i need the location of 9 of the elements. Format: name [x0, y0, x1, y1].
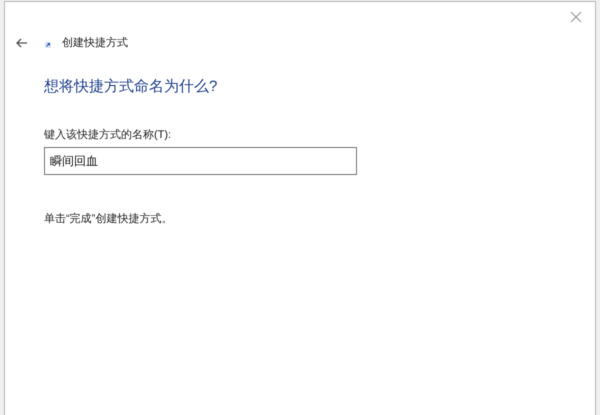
window-title: 创建快捷方式 [62, 38, 128, 48]
page-heading: 想将快捷方式命名为什么? [44, 78, 218, 97]
name-input-field[interactable]: 瞬间回血 [44, 147, 357, 176]
instruction-text: 单击“完成”创建快捷方式。 [44, 212, 174, 228]
shortcut-icon [45, 42, 51, 48]
back-button[interactable] [15, 36, 29, 50]
back-arrow-icon [16, 38, 28, 48]
close-icon [570, 11, 582, 23]
name-field-label: 键入该快捷方式的名称(T): [44, 128, 172, 143]
